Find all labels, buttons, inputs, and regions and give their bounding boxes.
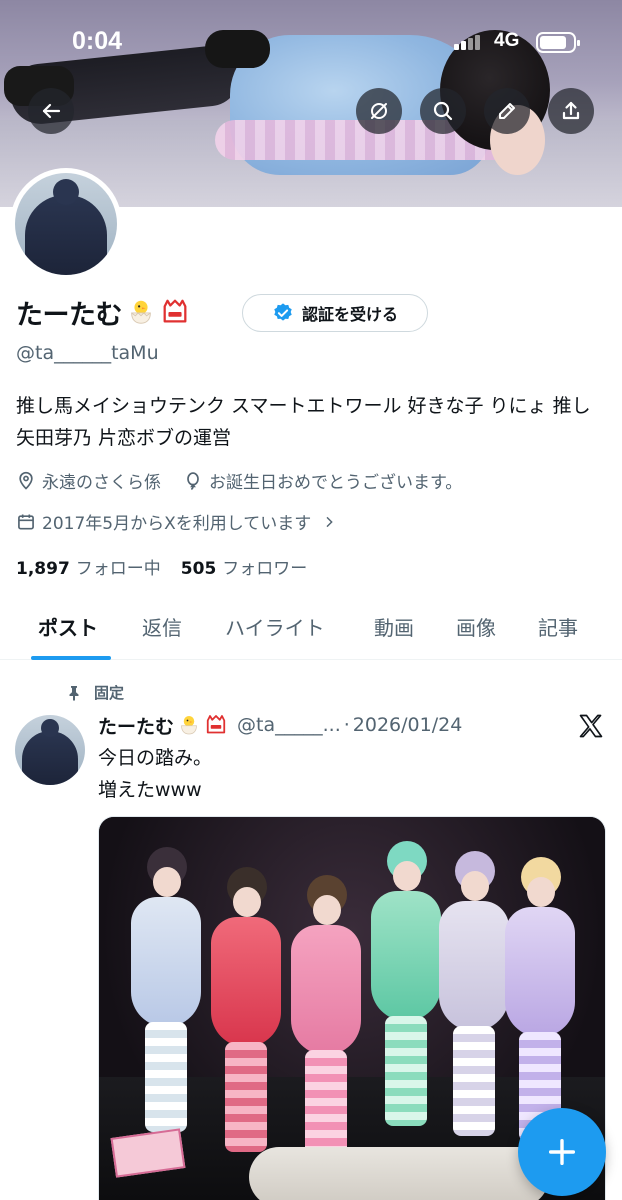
- photo-person: [127, 847, 205, 1147]
- followers-label[interactable]: フォロワー: [222, 554, 307, 579]
- post-header: たーたむ @ta_____... · 2026/01/24: [98, 708, 462, 742]
- photo-person: [367, 841, 445, 1141]
- post-author-avatar[interactable]: [15, 715, 85, 785]
- balloon-icon: [187, 471, 199, 490]
- profile-avatar[interactable]: [10, 168, 122, 280]
- profile-tabs: ポスト 返信 ハイライト 動画 画像 記事: [0, 600, 622, 660]
- joined-date-link[interactable]: 2017年5月からXを利用しています: [16, 509, 337, 534]
- get-verified-button[interactable]: 認証を受ける: [242, 294, 428, 332]
- post-text-line-2: 増えたwww: [98, 779, 202, 801]
- plus-icon: [548, 1138, 576, 1166]
- profile-joined: 2017年5月からXを利用しています: [42, 514, 312, 534]
- back-button[interactable]: [28, 88, 74, 134]
- search-icon: [433, 101, 453, 121]
- following-label[interactable]: フォロー中: [76, 554, 161, 579]
- post-text: 今日の踏み。 増えたwww: [98, 742, 212, 806]
- edit-icon: [499, 103, 515, 119]
- pinned-label-row: 固定: [66, 682, 124, 703]
- profile-handle: @ta______taMu: [16, 342, 159, 364]
- compose-post-button[interactable]: [518, 1108, 606, 1196]
- status-time: 0:04: [72, 27, 123, 55]
- name-badge-icon: [163, 299, 187, 323]
- post-separator: ·: [343, 714, 350, 736]
- share-icon: [562, 101, 580, 120]
- profile-birthday: お誕生日おめでとうございます。: [209, 473, 463, 493]
- photo-person: [207, 867, 285, 1167]
- post-date[interactable]: 2026/01/24: [353, 714, 463, 736]
- tab-images[interactable]: 画像: [456, 612, 496, 641]
- get-verified-label: 認証を受ける: [301, 305, 398, 324]
- chevron-right-icon: [326, 516, 333, 527]
- hatching-chick-icon: [181, 716, 197, 735]
- post-author-name[interactable]: たーたむ: [98, 712, 174, 739]
- post-text-line-1: 今日の踏み。: [98, 747, 213, 769]
- profile-bio: 推し馬メイショウテンク スマートエトワール 好きな子 りにょ 推し 矢田芽乃 片…: [16, 395, 591, 449]
- avatar-image: [15, 173, 117, 275]
- profile-name-row: たーたむ: [16, 290, 190, 334]
- calendar-icon: [18, 514, 34, 529]
- photo-person: [287, 875, 365, 1175]
- name-badge-icon: [206, 715, 226, 734]
- edit-button[interactable]: [484, 88, 530, 134]
- signal-icon: [454, 34, 482, 50]
- battery-icon: [536, 32, 580, 53]
- refresh-icon: [371, 103, 387, 119]
- share-button[interactable]: [548, 88, 594, 134]
- post-author-handle[interactable]: @ta_____...: [237, 714, 341, 736]
- pin-icon: [69, 685, 79, 701]
- tab-articles[interactable]: 記事: [538, 612, 578, 641]
- refresh-button[interactable]: [356, 88, 402, 134]
- tab-videos[interactable]: 動画: [374, 612, 414, 641]
- profile-meta-row: 永遠のさくら係 お誕生日おめでとうございます。: [16, 468, 462, 493]
- hatching-chick-icon: [131, 300, 151, 324]
- profile-name: たーたむ: [16, 299, 123, 331]
- active-tab-indicator: [31, 656, 111, 660]
- tab-replies[interactable]: 返信: [142, 612, 182, 641]
- verified-icon: [274, 303, 292, 321]
- followers-count[interactable]: 505: [181, 559, 217, 579]
- back-arrow-icon: [42, 103, 61, 119]
- pinned-label: 固定: [94, 684, 125, 702]
- following-count[interactable]: 1,897: [16, 559, 70, 579]
- tab-highlights[interactable]: ハイライト: [225, 612, 325, 641]
- follow-stats: 1,897 フォロー中 505 フォロワー: [16, 554, 321, 579]
- search-button[interactable]: [420, 88, 466, 134]
- profile-location: 永遠のさくら係: [42, 473, 161, 493]
- x-logo-icon[interactable]: [577, 712, 605, 740]
- status-bar: 0:04 4G: [0, 0, 622, 80]
- photo-lying-man: [249, 1147, 549, 1200]
- network-type: 4G: [494, 30, 520, 51]
- tab-posts[interactable]: ポスト: [38, 612, 98, 641]
- location-icon: [19, 471, 33, 490]
